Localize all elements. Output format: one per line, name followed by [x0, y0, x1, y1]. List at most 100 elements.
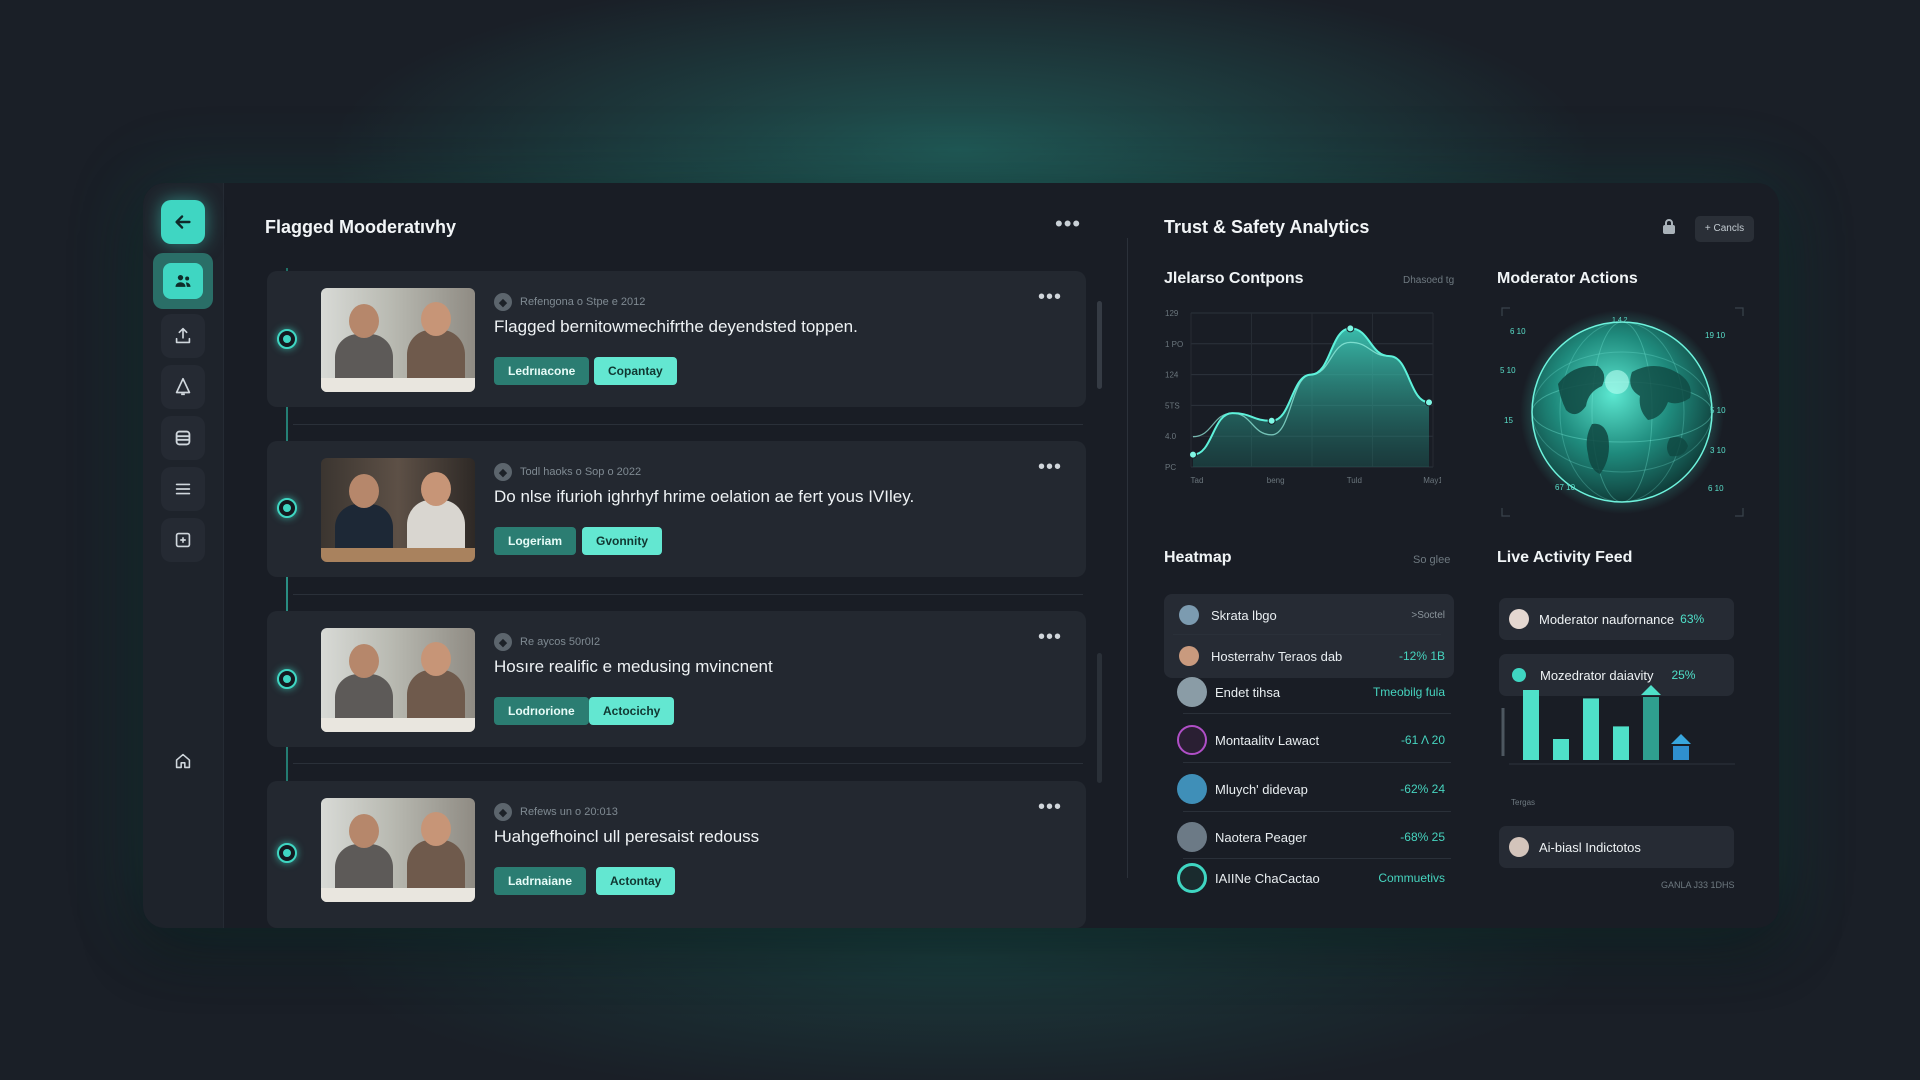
globe-label: 6 10 — [1510, 327, 1526, 336]
sidebar-item-alerts[interactable] — [161, 365, 205, 409]
feed-item-label: Moderator naufornance — [1539, 611, 1675, 627]
add-box-icon — [175, 532, 191, 548]
analytics-title: Trust & Safety Analytics — [1164, 217, 1370, 237]
globe-label: 67 10 — [1555, 483, 1576, 492]
heatmap-row[interactable]: Hosterrahv Teraos dab -12% 1B — [1177, 642, 1445, 670]
globe-label: 19 10 — [1705, 331, 1726, 340]
flag-card-tag-primary[interactable]: Lodrıorione — [494, 697, 589, 725]
globe-label: 1.4 2 — [1612, 317, 1628, 324]
bar[interactable] — [1583, 698, 1599, 760]
flag-card-tag-secondary[interactable]: Actontay — [596, 867, 676, 895]
back-button[interactable] — [161, 200, 205, 244]
globe-label: 5 10 — [1500, 366, 1516, 375]
sidebar-item-archive[interactable] — [161, 416, 205, 460]
data-point[interactable] — [1267, 416, 1276, 425]
feed-axis-label: Tergas — [1511, 798, 1536, 807]
sidebar — [143, 183, 224, 928]
heatmap-row-value: -61 Λ 20 — [1400, 733, 1445, 747]
heatmap-row-name: IAIINe ChaCactao — [1215, 870, 1320, 886]
flag-card-more-button[interactable]: ••• — [1038, 457, 1062, 477]
flag-card-meta-text: Re aycos 50r0I2 — [520, 636, 601, 648]
heatmap-row[interactable]: IAIINe ChaCactao Commuetivs — [1177, 863, 1445, 893]
flag-card[interactable]: ◆ Refengona o Stpe e 2012 Flagged bernito… — [267, 271, 1086, 407]
avatar — [1177, 863, 1207, 893]
flag-card-more-button[interactable]: ••• — [1038, 627, 1062, 647]
scrollbar-track[interactable] — [1097, 653, 1102, 783]
bar[interactable] — [1643, 697, 1659, 760]
flag-card-more-button[interactable]: ••• — [1038, 797, 1062, 817]
flag-card-tag-secondary[interactable]: Copantay — [594, 357, 677, 385]
divider — [293, 424, 1083, 425]
flag-card[interactable]: ◆ Todl haoks o Sop o 2022 Do nlse ifurioh… — [267, 441, 1086, 577]
heatmap-row[interactable]: Naotera Peager -68% 25 — [1177, 822, 1445, 852]
flag-card-tag-primary[interactable]: Ledrııacone — [494, 357, 590, 385]
flag-card[interactable]: ◆ Refews un o 20:013 Ƕahgefhoincl ull per… — [267, 781, 1086, 928]
flag-card-meta-text: Todl haoks o Sop o 2022 — [520, 466, 642, 478]
feed-item-label: Ai-biasl Indictotos — [1539, 839, 1641, 855]
line-chart-subtitle: Dhasoed tg — [1403, 275, 1455, 286]
y-tick-label: 1 PO — [1165, 340, 1183, 349]
sidebar-item-users[interactable] — [153, 253, 213, 309]
bell-icon — [175, 377, 191, 396]
flag-card-text: Do nlse ifurioh ighrhyf hrime oelation a… — [494, 487, 915, 506]
heatmap-row[interactable]: Endet tihsa Tmeobilg fula — [1177, 677, 1445, 707]
bar[interactable] — [1523, 690, 1539, 760]
heatmap-row-value: Commuetivs — [1378, 871, 1445, 885]
sidebar-item-home[interactable] — [161, 739, 205, 783]
flag-card-thumbnail — [321, 628, 475, 732]
bar[interactable] — [1613, 726, 1629, 760]
heatmap-row-value: -12% 1B — [1398, 649, 1445, 663]
divider — [1183, 762, 1451, 763]
y-tick-label: PC — [1165, 463, 1176, 472]
scrollbar-thumb[interactable] — [1097, 301, 1102, 389]
globe-label: 5 10 — [1710, 406, 1726, 415]
flag-card-meta-text: Refews un o 20:013 — [520, 806, 618, 818]
heatmap-row[interactable]: Mluych' didevap -62% 24 — [1177, 774, 1445, 804]
timeline-dot — [277, 843, 297, 863]
y-tick-label: 5TS — [1165, 401, 1180, 410]
line-chart-title: Jlelarso Contpons — [1164, 270, 1304, 287]
heatmap-link[interactable]: So glee — [1413, 554, 1450, 566]
trend-up-icon — [1641, 685, 1661, 695]
divider — [1183, 811, 1451, 812]
source-icon: ◆ — [494, 803, 512, 821]
data-point[interactable] — [1189, 450, 1197, 459]
area-chart: 129 1 PO 124 5TS 4.0 PC Tad beng Tuld May1 — [1165, 309, 1441, 485]
flag-card-more-button[interactable]: ••• — [1038, 287, 1062, 307]
heatmap-row[interactable]: Skrata lbgo >Soctel — [1177, 601, 1445, 629]
sidebar-item-menu[interactable] — [161, 467, 205, 511]
feed-item[interactable]: Ai-biasl Indictotos — [1499, 826, 1734, 868]
feed-item[interactable]: Moderator naufornance 63% — [1499, 598, 1734, 640]
moderator-actions-title: Moderator Actions — [1497, 270, 1638, 287]
heatmap-row-value: -68% 25 — [1400, 830, 1445, 844]
lock-icon[interactable] — [1662, 218, 1676, 234]
flag-card-text: Hosıre realific e medusing mvincnent — [494, 657, 773, 676]
data-point[interactable] — [1425, 398, 1433, 407]
divider — [293, 763, 1083, 764]
y-tick-label: 124 — [1165, 371, 1179, 380]
bar[interactable] — [1553, 739, 1569, 760]
flag-card[interactable]: ◆ Re aycos 50r0I2 Hosıre realific e medus… — [267, 611, 1086, 747]
sidebar-item-add[interactable] — [161, 518, 205, 562]
bar[interactable] — [1673, 746, 1689, 760]
flag-card-tag-secondary[interactable]: Actocichy — [589, 697, 675, 725]
flag-card-tag-primary[interactable]: Ladrnaiane — [494, 867, 587, 895]
sidebar-item-upload[interactable] — [161, 314, 205, 358]
timeline-dot — [277, 498, 297, 518]
timeline-dot — [277, 669, 297, 689]
avatar — [1177, 677, 1207, 707]
heatmap-row-value: Tmeobilg fula — [1372, 685, 1445, 699]
heatmap-row[interactable]: Montaalitv Lawact -61 Λ 20 — [1177, 725, 1445, 755]
data-point[interactable] — [1346, 324, 1355, 333]
arrow-left-icon — [175, 215, 191, 229]
heatmap-title: Heatmap — [1164, 549, 1232, 566]
flag-card-tag-primary[interactable]: Logeriam — [494, 527, 577, 555]
heatmap-row-value: -62% 24 — [1400, 782, 1445, 796]
y-tick-label: 4.0 — [1165, 432, 1177, 441]
area-fill — [1193, 328, 1429, 467]
cancel-button[interactable]: + Cancls — [1695, 216, 1754, 242]
flagged-panel-more-button[interactable]: ••• — [1055, 213, 1081, 235]
flag-card-thumbnail — [321, 798, 475, 902]
app-window: Flagged Mooderatıvhy ••• ◆ Refengona o St… — [143, 183, 1779, 928]
flag-card-tag-secondary[interactable]: Gvonnity — [582, 527, 663, 555]
